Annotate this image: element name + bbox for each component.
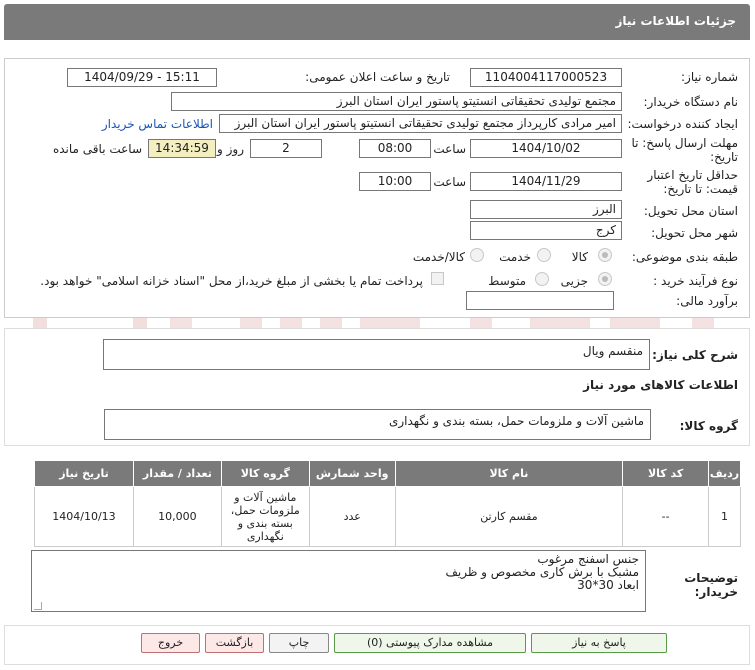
category-radio-service[interactable]: [537, 248, 551, 262]
creator-field: امیر مرادی کارپرداز مجتمع تولیدی تحقیقات…: [219, 114, 622, 133]
goods-table-header: ردیف کد کالا نام کالا واحد شمارش گروه کا…: [34, 460, 741, 487]
buyer-label: نام دستگاه خریدار:: [643, 95, 739, 109]
col-name: نام کالا: [394, 460, 624, 487]
goods-section-title: اطلاعات کالاهای مورد نیاز: [583, 378, 738, 392]
summary-label: شرح کلی نیاز:: [652, 348, 738, 362]
resize-grip[interactable]: [34, 602, 42, 610]
goods-table: ردیف کد کالا نام کالا واحد شمارش گروه کا…: [34, 460, 741, 547]
cell-group: ماشین آلات و ملزومات حمل، بسته بندی و نگ…: [220, 486, 310, 547]
cell-code: --: [622, 486, 710, 547]
announce-field: 1404/09/29 - 15:11: [67, 68, 217, 87]
province-field: البرز: [470, 200, 622, 219]
contact-buyer-link[interactable]: اطلاعات تماس خریدار: [102, 117, 213, 131]
buyer-notes-label: توضیحات: [684, 571, 738, 585]
cell-unit: عدد: [308, 486, 396, 547]
need-number-field: 1104004117000523: [470, 68, 622, 87]
remaining-label: ساعت باقی مانده: [52, 142, 142, 156]
col-code: کد کالا: [622, 460, 710, 487]
need-number-label: شماره نیاز:: [681, 70, 738, 84]
goods-group-label: گروه کالا:: [679, 419, 738, 433]
reply-button[interactable]: پاسخ به نیاز: [531, 633, 667, 653]
exit-button[interactable]: خروج: [141, 633, 200, 653]
cell-index: 1: [708, 486, 741, 547]
buyer-notes-label-2: خریدار:: [694, 585, 738, 599]
category-option-service: خدمت: [499, 250, 531, 264]
table-row: 1 -- مقسم کارتن عدد ماشین آلات و ملزومات…: [34, 486, 741, 547]
category-radio-both[interactable]: [470, 248, 484, 262]
deadline-date-field: 1404/10/02: [470, 139, 622, 158]
process-radio-minor[interactable]: [598, 272, 612, 286]
announce-label: تاریخ و ساعت اعلان عمومی:: [305, 70, 450, 84]
page-title: جزئیات اطلاعات نیاز: [615, 14, 736, 28]
days-label: روز و: [217, 142, 244, 156]
print-button[interactable]: چاپ: [269, 633, 329, 653]
days-field: 2: [250, 139, 322, 158]
cell-date: 1404/10/13: [34, 486, 134, 547]
province-label: استان محل تحویل:: [643, 204, 738, 218]
category-label: طبقه بندی موضوعی:: [631, 250, 738, 264]
validity-label: حداقل تاریخ اعتبار: [647, 168, 738, 182]
col-date: تاریخ نیاز: [34, 460, 134, 487]
buyer-notes-textarea: جنس اسفنج مرغوب مشبک با برش کاری مخصوص و…: [31, 550, 646, 612]
city-label: شهر محل تحویل:: [651, 226, 738, 240]
estimate-label: برآورد مالی:: [676, 294, 738, 308]
validity-label-2: قیمت: تا تاریخ:: [663, 182, 738, 196]
col-unit: واحد شمارش: [308, 460, 396, 487]
category-option-goods: کالا: [571, 250, 588, 264]
deadline-time-field: 08:00: [359, 139, 431, 158]
category-radio-goods[interactable]: [598, 248, 612, 262]
process-radio-medium[interactable]: [535, 272, 549, 286]
page-header: جزئیات اطلاعات نیاز: [4, 4, 750, 40]
buyer-note-line: مشبک با برش کاری مخصوص و ظریف: [445, 565, 639, 579]
creator-label: ایجاد کننده درخواست:: [627, 117, 738, 131]
deadline-time-label: ساعت: [433, 142, 466, 156]
cell-qty: 10,000: [132, 486, 222, 547]
process-option-minor: جزیی: [560, 274, 588, 288]
treasury-payment-checkbox[interactable]: [431, 272, 444, 285]
deadline-label: مهلت ارسال پاسخ: تا: [631, 136, 738, 150]
city-field: کرج: [470, 221, 622, 240]
col-group: گروه کالا: [220, 460, 310, 487]
category-option-both: کالا/خدمت: [412, 250, 465, 264]
validity-date-field: 1404/11/29: [470, 172, 622, 191]
estimate-field: [466, 291, 614, 310]
cell-name: مقسم کارتن: [394, 486, 624, 547]
back-button[interactable]: بازگشت: [205, 633, 264, 653]
treasury-payment-note: پرداخت تمام یا بخشی از مبلغ خرید،از محل …: [40, 274, 423, 288]
summary-textarea: منقسم ویال: [103, 339, 650, 370]
goods-group-textarea: ماشین آلات و ملزومات حمل، بسته بندی و نگ…: [104, 409, 651, 440]
col-qty: تعداد / مقدار: [132, 460, 222, 487]
process-label: نوع فرآیند خرید :: [653, 274, 738, 288]
deadline-label-2: تاریخ:: [710, 150, 738, 164]
buyer-field: مجتمع تولیدی تحقیقاتی انستیتو پاستور ایر…: [171, 92, 622, 111]
attachments-button[interactable]: مشاهده مدارک پیوستی (0): [334, 633, 526, 653]
buyer-note-line: ابعاد 30*30: [577, 578, 639, 592]
validity-time-label: ساعت: [433, 175, 466, 189]
col-index: ردیف: [708, 460, 741, 487]
process-option-medium: متوسط: [488, 274, 526, 288]
validity-time-field: 10:00: [359, 172, 431, 191]
remaining-time-field: 14:34:59: [148, 139, 216, 158]
